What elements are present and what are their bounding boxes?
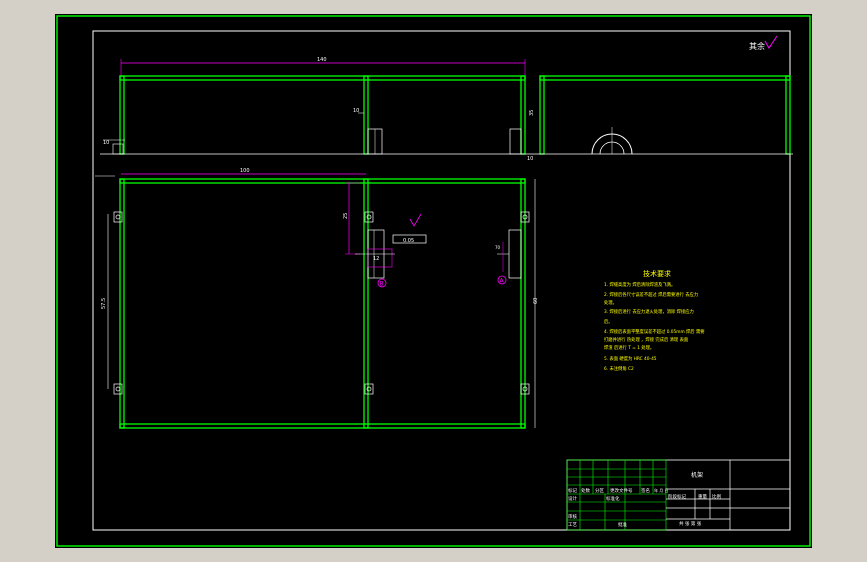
roughness-symbol-icon <box>764 35 778 49</box>
note-line: 焊渣 后进行 T = 1 处理。 <box>604 344 654 351</box>
mount-marker <box>113 211 530 395</box>
cad-viewport[interactable]: 其余 140 10 10 10 35 100 25 57.5 60 12 0.0… <box>55 14 812 548</box>
title-stage: 阶段标记 <box>668 493 686 500</box>
title-label-mark: 标记 <box>568 487 577 494</box>
dim-plan-mid: 12 <box>373 256 379 262</box>
dim-plan-left-height: 57.5 <box>101 298 107 309</box>
drawing-name: 机架 <box>691 471 703 479</box>
title-label-change: 更改文件号 <box>610 487 633 494</box>
note-line: 处理。 <box>604 299 617 306</box>
note-line: 3. 焊接后进行 去应力退火处理，消除 焊接应力 <box>604 308 694 315</box>
technical-notes: 技术要求 1. 焊缝高度为 焊后清除焊渣及飞溅。 2. 焊接后各尺寸误差不超过 … <box>604 269 705 372</box>
title-block: 机架 标记 处数 分区 更改文件号 签名 年 月 日 设计 标准化 审核 工艺 … <box>566 459 791 531</box>
note-line: 5. 表面 硬度为 HRC 40-45 <box>604 355 657 362</box>
title-standardized: 标准化 <box>606 495 620 502</box>
dim-top-mid-bottom: 10 <box>527 156 533 162</box>
title-process: 工艺 <box>568 522 577 528</box>
title-scale: 比例 <box>712 493 721 500</box>
section-label-b: B <box>380 281 384 288</box>
outer-border <box>56 15 811 547</box>
plan-view: 100 25 57.5 60 12 0.05 B A 70 <box>95 168 539 429</box>
title-label-count: 处数 <box>581 487 590 494</box>
note-line: 6. 未注倒角 C2 <box>604 365 634 372</box>
note-line: 2. 焊接后各尺寸误差不超过 焊后需要进行 去应力 <box>604 291 698 298</box>
notes-title: 技术要求 <box>643 269 671 278</box>
dim-plan-left: 100 <box>240 168 250 174</box>
engineering-drawing: 其余 140 10 10 10 35 100 25 57.5 60 12 0.0… <box>56 15 811 547</box>
dim-top-side-height: 35 <box>529 110 535 116</box>
top-elevation-view: 140 10 10 10 <box>100 57 535 162</box>
dim-plan-right-height: 60 <box>533 298 539 304</box>
side-view: 35 <box>529 75 793 155</box>
roughness-label: 其余 <box>749 41 765 51</box>
title-label-date: 年 月 日 <box>654 487 669 493</box>
title-review: 审核 <box>568 513 577 520</box>
roughness-symbol-icon <box>409 213 422 227</box>
dim-top-left-bottom: 10 <box>103 140 109 146</box>
note-line: 后。 <box>604 318 613 325</box>
svg-text:0.05: 0.05 <box>403 238 414 244</box>
title-weight: 重量 <box>698 493 707 500</box>
dim-plan-inner: 25 <box>343 213 349 219</box>
title-approve: 批准 <box>618 521 627 528</box>
title-sheets: 共 张 第 张 <box>679 520 702 527</box>
title-label-sign: 签名 <box>641 487 650 494</box>
note-line: 4. 焊接后表面平整度误差不超过 0.05mm 焊后 需要 <box>604 328 705 335</box>
drawing-frame <box>92 30 791 531</box>
title-designer: 设计 <box>568 495 577 502</box>
dim-plan-right-width: 70 <box>495 245 501 250</box>
title-label-zone: 分区 <box>595 487 604 494</box>
note-line: 打磨并进行 热处理 ，焊接 完成后 清理 表面 <box>604 336 689 343</box>
dim-top-overall: 140 <box>317 57 327 63</box>
note-line: 1. 焊缝高度为 焊后清除焊渣及飞溅。 <box>604 281 675 288</box>
